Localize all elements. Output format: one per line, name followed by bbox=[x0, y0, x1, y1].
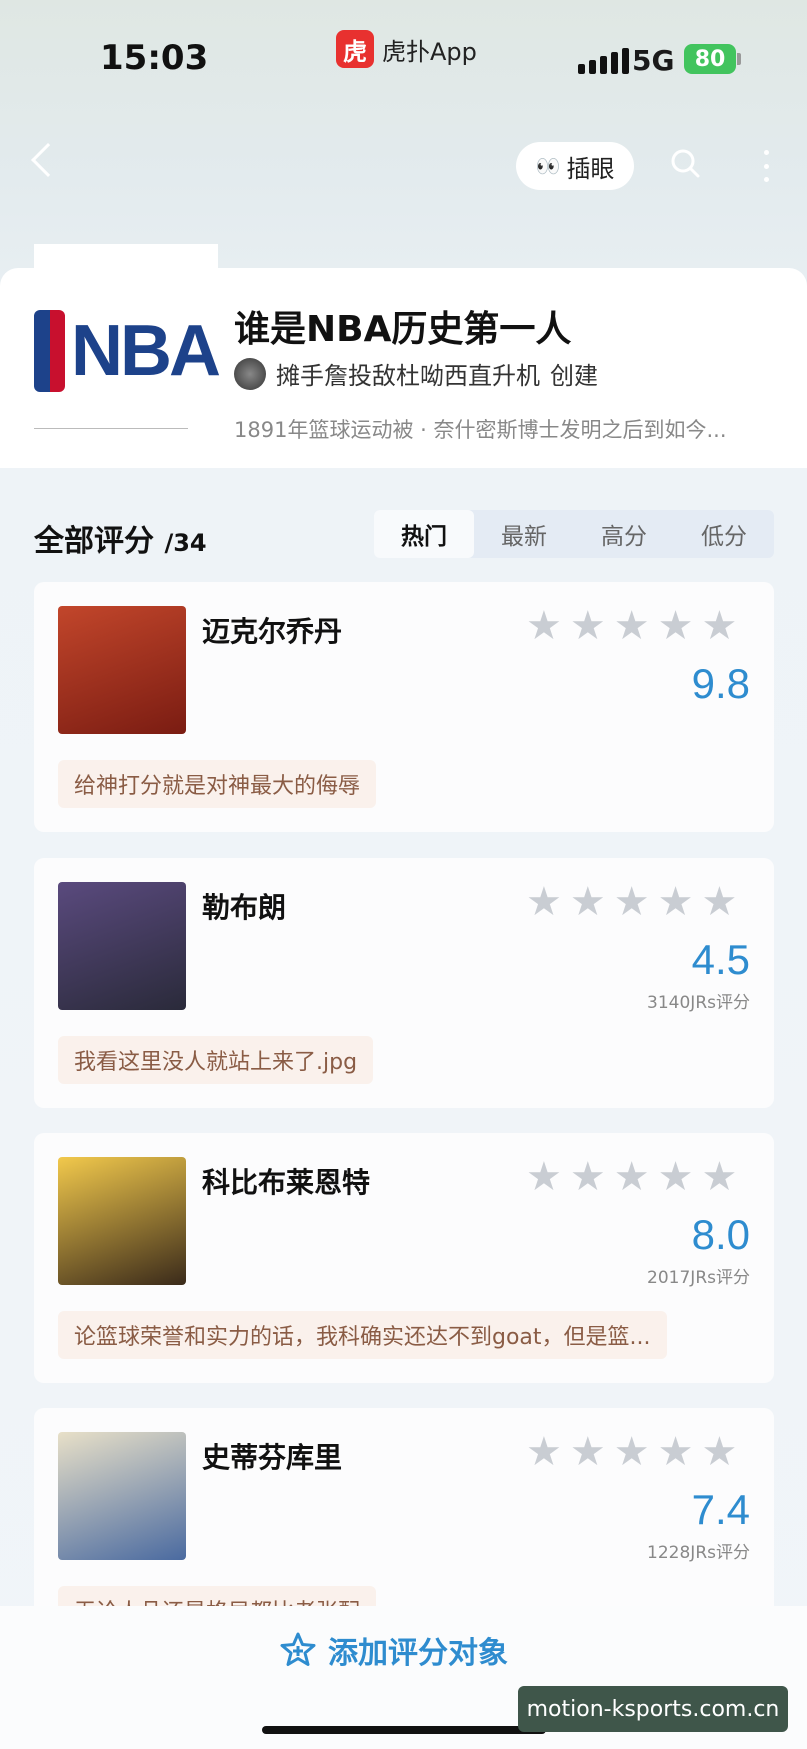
status-time: 15:03 bbox=[100, 38, 209, 78]
tab-low[interactable]: 低分 bbox=[674, 510, 774, 558]
tab-hot[interactable]: 热门 bbox=[374, 510, 474, 558]
tab-newest[interactable]: 最新 bbox=[474, 510, 574, 558]
player-avatar[interactable] bbox=[58, 1157, 186, 1285]
rating-card[interactable]: 迈克尔乔丹 ★ ★ ★ ★ ★ 9.8 给神打分就是对神最大的侮辱 bbox=[34, 582, 774, 832]
top-comment[interactable]: 论篮球荣誉和实力的话，我科确实还达不到goat，但是篮... bbox=[58, 1311, 667, 1359]
player-score: 7.4 bbox=[691, 1486, 750, 1533]
network-type: 5G bbox=[632, 44, 675, 77]
battery-level: 80 bbox=[694, 46, 726, 72]
add-rating-target-button[interactable]: 添加评分对象 bbox=[278, 1628, 508, 1672]
status-bar: 15:03 虎 虎扑App 5G 80 bbox=[0, 0, 807, 110]
rating-stars[interactable]: ★ ★ ★ ★ ★ bbox=[526, 1432, 737, 1472]
home-indicator[interactable] bbox=[262, 1726, 546, 1734]
eyes-icon: 👀 bbox=[535, 154, 561, 178]
player-avatar[interactable] bbox=[58, 882, 186, 1010]
player-name: 迈克尔乔丹 bbox=[202, 615, 343, 648]
rating-stars[interactable]: ★ ★ ★ ★ ★ bbox=[526, 606, 737, 646]
ratings-count: /34 bbox=[164, 529, 207, 557]
search-icon[interactable] bbox=[670, 148, 700, 178]
player-score: 8.0 bbox=[691, 1211, 750, 1258]
ratings-title-text: 全部评分 bbox=[34, 524, 154, 559]
creator-info[interactable]: 摊手詹投敌杜呦西直升机 创建 bbox=[234, 356, 598, 391]
top-comment[interactable]: 给神打分就是对神最大的侮辱 bbox=[58, 760, 377, 808]
creator-suffix: 创建 bbox=[550, 362, 598, 390]
rating-card[interactable]: 科比布莱恩特 ★ ★ ★ ★ ★ 8.0 2017JRs评分 论篮球荣誉和实力的话，我科… bbox=[34, 1133, 774, 1383]
watermark: motion-ksports.com.cn bbox=[518, 1686, 788, 1732]
nba-logo-text: NBA bbox=[71, 311, 221, 391]
tab-high[interactable]: 高分 bbox=[574, 510, 674, 558]
player-avatar[interactable] bbox=[58, 606, 186, 734]
vote-count: 3140JRs评分 bbox=[647, 993, 750, 1013]
player-score: 9.8 bbox=[691, 660, 750, 707]
nba-logo-mark bbox=[34, 310, 65, 392]
creator-name: 摊手詹投敌杜呦西直升机 bbox=[276, 362, 540, 390]
signal-icon bbox=[578, 46, 629, 74]
page-title: 谁是NBA历史第一人 bbox=[234, 309, 572, 350]
peek-label: 插眼 bbox=[566, 154, 615, 183]
player-avatar[interactable] bbox=[58, 1432, 186, 1560]
player-name: 史蒂芬库里 bbox=[202, 1441, 343, 1474]
nav-bar: 👀 插眼 bbox=[0, 130, 807, 200]
player-name: 勒布朗 bbox=[202, 891, 287, 924]
creator-avatar bbox=[234, 357, 266, 390]
app-name: 虎扑App bbox=[382, 37, 477, 66]
battery-tip bbox=[737, 53, 741, 65]
top-comment[interactable]: 我看这里没人就站上来了.jpg bbox=[58, 1036, 374, 1084]
battery-icon: 80 bbox=[684, 44, 736, 74]
peek-button[interactable]: 👀 插眼 bbox=[516, 142, 634, 190]
star-add-icon bbox=[280, 1632, 316, 1666]
back-icon[interactable] bbox=[31, 143, 65, 177]
vote-count: 2017JRs评分 bbox=[647, 1268, 750, 1288]
ratings-title: 全部评分 /34 bbox=[34, 516, 207, 560]
add-rating-label: 添加评分对象 bbox=[328, 1636, 508, 1671]
vote-count: 1228JRs评分 bbox=[647, 1543, 750, 1563]
sort-tabs: 热门 最新 高分 低分 bbox=[374, 510, 774, 558]
more-icon[interactable] bbox=[764, 150, 770, 182]
player-name: 科比布莱恩特 bbox=[202, 1166, 371, 1199]
ratings-header: 全部评分 /34 热门 最新 高分 低分 bbox=[34, 510, 774, 560]
app-badge[interactable]: 虎 虎扑App bbox=[336, 30, 477, 68]
rating-card[interactable]: 勒布朗 ★ ★ ★ ★ ★ 4.5 3140JRs评分 我看这里没人就站上来了.jpg bbox=[34, 858, 774, 1108]
nba-logo: NBA bbox=[34, 310, 221, 392]
rating-stars[interactable]: ★ ★ ★ ★ ★ bbox=[526, 1157, 737, 1197]
topic-description[interactable]: 1891年篮球运动被 · 奈什密斯博士发明之后到如今... bbox=[234, 414, 774, 444]
player-score: 4.5 bbox=[691, 936, 750, 983]
hupu-app-icon: 虎 bbox=[336, 30, 374, 68]
divider bbox=[34, 428, 188, 429]
rating-stars[interactable]: ★ ★ ★ ★ ★ bbox=[526, 882, 737, 922]
